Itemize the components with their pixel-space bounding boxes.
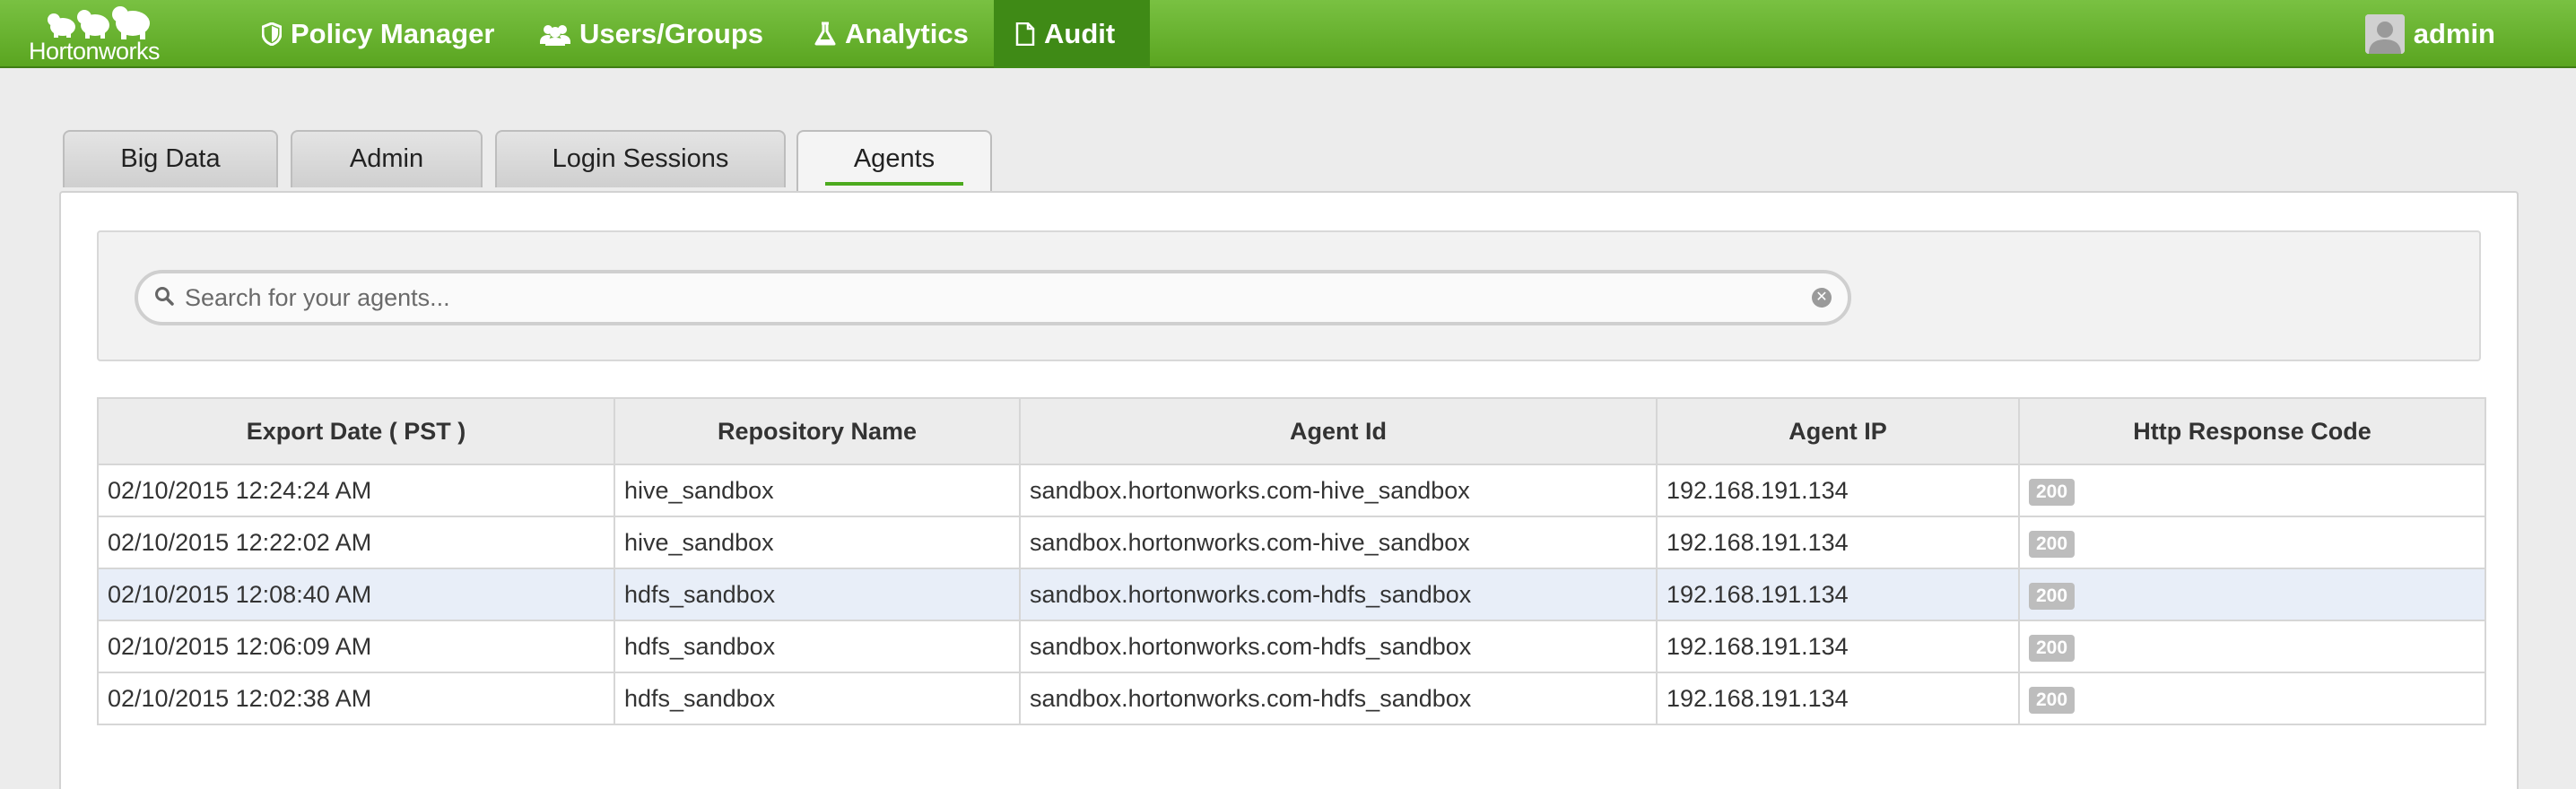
tab-login-sessions[interactable]: Login Sessions [495,130,786,187]
users-icon [540,22,570,46]
agent-ip-cell: 192.168.191.134 [1656,568,2020,621]
agent-ip-cell: 192.168.191.134 [1656,464,2020,517]
nav-analytics[interactable]: Analytics [793,0,990,68]
user-name: admin [2413,18,2495,49]
agent-id-cell: sandbox.hortonworks.com-hive_sandbox [1019,516,1658,569]
tab-agents-label: Agents [853,144,936,173]
nav-audit[interactable]: Audit [994,0,1150,68]
agent-ip-cell: 192.168.191.134 [1656,672,2020,725]
table-row[interactable]: 02/10/2015 12:22:02 AM hive_sandbox sand… [97,516,2486,569]
flask-icon [814,22,836,47]
table-row[interactable]: 02/10/2015 12:02:38 AM hdfs_sandbox sand… [97,672,2486,725]
tab-login-sessions-label: Login Sessions [552,144,729,173]
table-header-row: Export Date ( PST ) Repository Name Agen… [97,397,2486,465]
table-row[interactable]: 02/10/2015 12:06:09 AM hdfs_sandbox sand… [97,620,2486,673]
tab-agents[interactable]: Agents [796,130,992,191]
column-header-agent-ip[interactable]: Agent IP [1656,397,2020,465]
agents-table: Export Date ( PST ) Repository Name Agen… [97,397,2486,725]
search-icon [154,286,174,310]
status-badge: 200 [2029,686,2076,714]
repository-name-cell: hdfs_sandbox [614,568,1021,621]
top-navbar: Hortonworks Policy Manager Users/Groups … [0,0,2576,68]
column-header-http-response-code[interactable]: Http Response Code [2018,397,2486,465]
column-header-repository-name[interactable]: Repository Name [614,397,1021,465]
status-badge: 200 [2029,634,2076,662]
status-badge: 200 [2029,478,2076,506]
agent-ip-cell: 192.168.191.134 [1656,516,2020,569]
elephants-icon [48,6,150,39]
nav-analytics-label: Analytics [845,18,969,49]
nav-audit-label: Audit [1044,18,1116,49]
nav-users-groups[interactable]: Users/Groups [518,0,785,68]
agent-id-cell: sandbox.hortonworks.com-hdfs_sandbox [1019,568,1658,621]
agent-id-cell: sandbox.hortonworks.com-hive_sandbox [1019,464,1658,517]
http-response-code-cell: 200 [2018,568,2486,621]
status-badge: 200 [2029,530,2076,558]
column-header-agent-id[interactable]: Agent Id [1019,397,1658,465]
agent-id-cell: sandbox.hortonworks.com-hdfs_sandbox [1019,620,1658,673]
repository-name-cell: hive_sandbox [614,464,1021,517]
tab-admin-label: Admin [349,144,424,173]
export-date-cell: 02/10/2015 12:24:24 AM [97,464,615,517]
tab-admin[interactable]: Admin [291,130,483,187]
search-box[interactable]: ✕ [135,270,1851,325]
shield-icon [262,22,282,46]
column-header-export-date[interactable]: Export Date ( PST ) [97,397,615,465]
table-row[interactable]: 02/10/2015 12:24:24 AM hive_sandbox sand… [97,464,2486,517]
nav-users-groups-label: Users/Groups [579,18,764,49]
user-avatar-icon [2364,14,2405,54]
agent-ip-cell: 192.168.191.134 [1656,620,2020,673]
active-tab-indicator [825,182,963,186]
brand-name: Hortonworks [29,38,161,65]
status-badge: 200 [2029,582,2076,610]
hortonworks-logo[interactable]: Hortonworks [25,4,192,65]
tab-big-data[interactable]: Big Data [63,130,278,187]
document-icon [1015,22,1035,46]
export-date-cell: 02/10/2015 12:08:40 AM [97,568,615,621]
http-response-code-cell: 200 [2018,464,2486,517]
nav-policy-manager-label: Policy Manager [291,18,495,49]
clear-search-icon[interactable]: ✕ [1812,288,1832,308]
tab-big-data-label: Big Data [120,144,221,173]
repository-name-cell: hive_sandbox [614,516,1021,569]
http-response-code-cell: 200 [2018,620,2486,673]
table-row[interactable]: 02/10/2015 12:08:40 AM hdfs_sandbox sand… [97,568,2486,621]
repository-name-cell: hdfs_sandbox [614,620,1021,673]
export-date-cell: 02/10/2015 12:22:02 AM [97,516,615,569]
repository-name-cell: hdfs_sandbox [614,672,1021,725]
nav-policy-manager[interactable]: Policy Manager [240,0,516,68]
search-well: ✕ [97,230,2481,361]
export-date-cell: 02/10/2015 12:06:09 AM [97,620,615,673]
agent-id-cell: sandbox.hortonworks.com-hdfs_sandbox [1019,672,1658,725]
search-input[interactable] [185,283,1812,312]
user-menu[interactable]: admin [2364,0,2495,68]
http-response-code-cell: 200 [2018,516,2486,569]
http-response-code-cell: 200 [2018,672,2486,725]
agents-panel: ✕ Export Date ( PST ) Repository Name Ag… [59,191,2519,789]
export-date-cell: 02/10/2015 12:02:38 AM [97,672,615,725]
